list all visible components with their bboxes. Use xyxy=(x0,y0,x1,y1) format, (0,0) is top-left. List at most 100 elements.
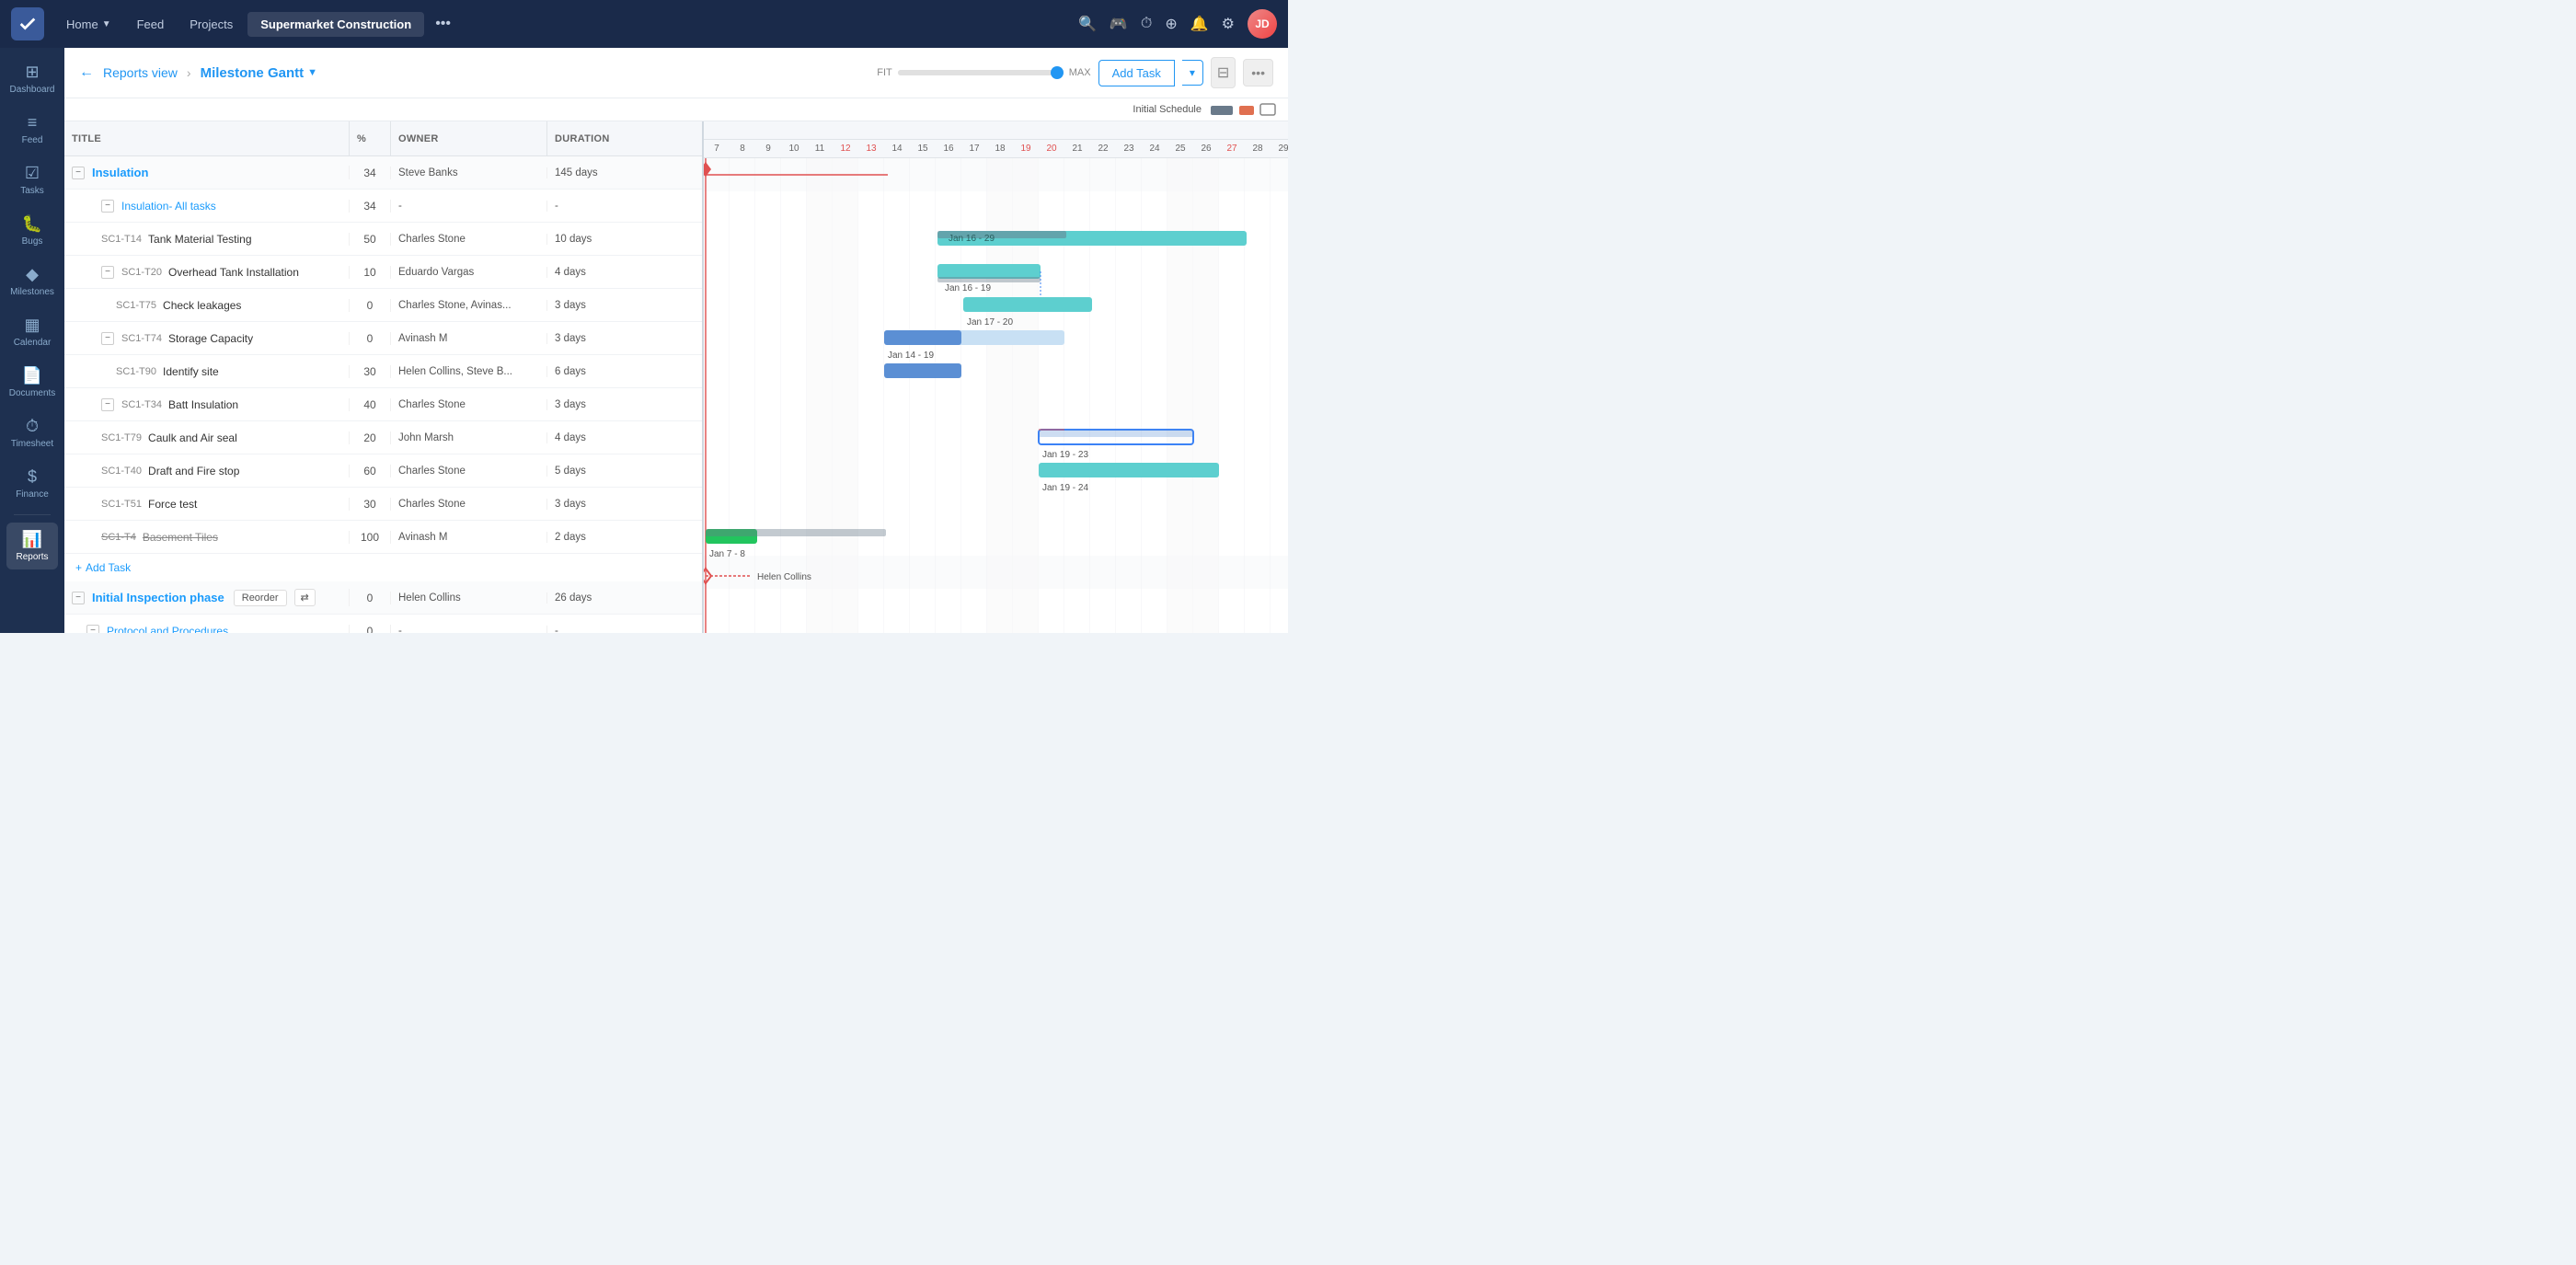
gantt-day: 12 xyxy=(833,144,858,154)
sidebar-item-documents[interactable]: 📄 Documents xyxy=(6,359,58,406)
sidebar-item-dashboard[interactable]: ⊞ Dashboard xyxy=(6,55,58,102)
gantt-day: 25 xyxy=(1167,144,1193,154)
sidebar-item-finance[interactable]: $ Finance xyxy=(6,460,58,507)
notification-icon[interactable]: 🔔 xyxy=(1190,15,1209,33)
task-title-sc1t51[interactable]: SC1-T51 Force test xyxy=(64,498,350,511)
subgroup-title-insulation-all[interactable]: − Insulation- All tasks xyxy=(64,200,350,213)
table-row: SC1-T51 Force test 30 Charles Stone 3 da… xyxy=(64,488,702,521)
task-title-sc1t14[interactable]: SC1-T14 Tank Material Testing xyxy=(64,233,350,246)
add-task-link-1[interactable]: + Add Task xyxy=(64,554,702,581)
collapse-button[interactable]: − xyxy=(86,625,99,634)
toolbar-right: FIT MAX Add Task ▾ ⊟ ••• xyxy=(877,57,1273,88)
add-icon[interactable]: ⊕ xyxy=(1165,15,1177,33)
gantt-row xyxy=(704,258,1288,291)
nav-projects[interactable]: Projects xyxy=(178,12,244,37)
table-header: TITLE % OWNER DURATION xyxy=(64,121,702,156)
zoom-control: FIT MAX xyxy=(877,67,1090,78)
table-row: − Initial Inspection phase Reorder ⇄ 0 H… xyxy=(64,581,702,615)
gantt-day: 15 xyxy=(910,144,936,154)
nav-more-tabs[interactable]: ••• xyxy=(428,10,458,38)
reports-icon: 📊 xyxy=(22,530,42,549)
reorder-button[interactable]: Reorder xyxy=(234,590,287,606)
sidebar-item-timesheet[interactable]: ⏱ Timesheet xyxy=(6,409,58,456)
gantt-day: 17 xyxy=(961,144,987,154)
gantt-row xyxy=(704,456,1288,489)
tasks-icon: ☑ xyxy=(25,164,40,183)
gantt-day: 29 xyxy=(1271,144,1288,154)
collapse-button[interactable]: − xyxy=(101,398,114,411)
collapse-button[interactable]: − xyxy=(101,266,114,279)
gantt-days-row: 7 8 9 10 11 12 13 14 15 16 xyxy=(704,140,1288,158)
collapse-button[interactable]: − xyxy=(72,167,85,179)
content-area: ← Reports view › Milestone Gantt ▼ FIT M… xyxy=(64,48,1288,633)
task-title-sc1t34[interactable]: − SC1-T34 Batt Insulation xyxy=(64,398,350,411)
task-title-sc1t79[interactable]: SC1-T79 Caulk and Air seal xyxy=(64,431,350,444)
settings-icon[interactable]: ⚙ xyxy=(1222,15,1235,33)
collapse-button[interactable]: − xyxy=(101,200,114,213)
task-title-sc1t74[interactable]: − SC1-T74 Storage Capacity xyxy=(64,332,350,345)
sidebar-item-reports[interactable]: 📊 Reports xyxy=(6,523,58,569)
sync-button[interactable]: ⇄ xyxy=(294,589,316,606)
task-title-sc1t20[interactable]: − SC1-T20 Overhead Tank Installation xyxy=(64,266,350,279)
task-title-sc1t90[interactable]: SC1-T90 Identify site xyxy=(64,365,350,378)
timer-icon[interactable]: ⏱ xyxy=(1141,16,1152,32)
zoom-fit-label: FIT xyxy=(877,67,892,78)
milestones-icon: ◆ xyxy=(26,265,39,284)
collapse-button[interactable]: − xyxy=(72,592,85,604)
gantt-day: 22 xyxy=(1090,144,1116,154)
gantt-day: 11 xyxy=(807,144,833,154)
gamepad-icon[interactable]: 🎮 xyxy=(1110,15,1128,33)
initial-schedule-label: Initial Schedule xyxy=(1133,104,1202,115)
zoom-slider[interactable] xyxy=(898,70,1064,75)
breadcrumb-reports-view[interactable]: Reports view xyxy=(103,65,178,80)
gantt-day: 7 xyxy=(704,144,730,154)
legend-export-icon xyxy=(1259,102,1277,117)
task-title-sc1t40[interactable]: SC1-T40 Draft and Fire stop xyxy=(64,465,350,477)
add-task-button[interactable]: Add Task xyxy=(1098,60,1175,86)
gantt-row-group xyxy=(704,158,1288,191)
group-title-initial-inspection[interactable]: − Initial Inspection phase Reorder ⇄ xyxy=(64,589,350,606)
nav-project-tab[interactable]: Supermarket Construction xyxy=(247,12,424,37)
table-row: − Insulation- All tasks 34 - - xyxy=(64,190,702,223)
th-title: TITLE xyxy=(64,121,350,155)
table-row: SC1-T4 Basement Tiles 100 Avinash M 2 da… xyxy=(64,521,702,554)
task-title-sc1t75[interactable]: SC1-T75 Check leakages xyxy=(64,299,350,312)
table-row: − Insulation 34 Steve Banks 145 days xyxy=(64,156,702,190)
group-title-insulation[interactable]: − Insulation xyxy=(64,166,350,179)
app-logo[interactable] xyxy=(11,7,44,40)
main-layout: ⊞ Dashboard ≡ Feed ☑ Tasks 🐛 Bugs ◆ Mile… xyxy=(0,48,1288,633)
sidebar-item-feed[interactable]: ≡ Feed xyxy=(6,106,58,153)
table-row: SC1-T14 Tank Material Testing 50 Charles… xyxy=(64,223,702,256)
subgroup-pct: 34 xyxy=(350,200,391,213)
documents-icon: 📄 xyxy=(22,366,42,385)
toolbar: ← Reports view › Milestone Gantt ▼ FIT M… xyxy=(64,48,1288,98)
gantt-header: Feb '19 7 8 9 10 11 12 13 xyxy=(704,121,1288,158)
sidebar-item-tasks[interactable]: ☑ Tasks xyxy=(6,156,58,203)
gantt-day: 28 xyxy=(1245,144,1271,154)
nav-home[interactable]: Home ▼ xyxy=(55,12,122,37)
add-task-dropdown-button[interactable]: ▾ xyxy=(1182,60,1203,86)
search-icon[interactable]: 🔍 xyxy=(1078,15,1097,33)
subgroup-title-protocol[interactable]: − Protocol and Procedures xyxy=(64,625,350,634)
avatar[interactable]: JD xyxy=(1248,9,1277,39)
sidebar-item-bugs[interactable]: 🐛 Bugs xyxy=(6,207,58,254)
table-row: SC1-T40 Draft and Fire stop 60 Charles S… xyxy=(64,454,702,488)
sidebar-item-milestones[interactable]: ◆ Milestones xyxy=(6,258,58,305)
nav-feed[interactable]: Feed xyxy=(126,12,176,37)
more-options-button[interactable]: ••• xyxy=(1243,59,1273,86)
sidebar-item-calendar[interactable]: ▦ Calendar xyxy=(6,308,58,355)
collapse-button[interactable]: − xyxy=(101,332,114,345)
legend-print-icon xyxy=(1209,102,1235,117)
back-button[interactable]: ← xyxy=(79,64,94,81)
feed-icon: ≡ xyxy=(28,113,38,132)
gantt-body: Jan 16 - 29 Jan 16 - 19 Jan 17 - 20 xyxy=(704,158,1288,633)
table-row: SC1-T75 Check leakages 0 Charles Stone, … xyxy=(64,289,702,322)
task-title-sc1t4[interactable]: SC1-T4 Basement Tiles xyxy=(64,531,350,544)
view-title-milestone-gantt[interactable]: Milestone Gantt ▼ xyxy=(201,65,317,81)
gantt-row xyxy=(704,489,1288,523)
gantt-row xyxy=(704,357,1288,390)
group-pct-insulation: 34 xyxy=(350,167,391,179)
task-table: TITLE % OWNER DURATION − Insulation 34 xyxy=(64,121,704,633)
filter-button[interactable]: ⊟ xyxy=(1211,57,1236,88)
zoom-thumb[interactable] xyxy=(1051,66,1064,79)
